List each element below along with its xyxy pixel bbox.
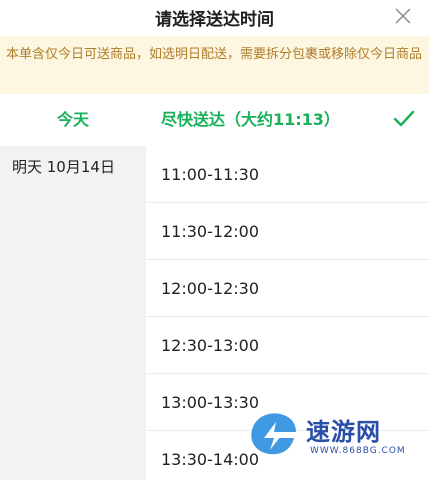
time-slot-label: 尽快送达（大约11:13） <box>161 110 340 129</box>
day-list: 今天 明天 10月14日 <box>0 94 146 480</box>
time-slot-label: 13:00-13:30 <box>161 393 259 412</box>
day-item-today[interactable]: 今天 <box>0 94 146 146</box>
time-slot-label: 11:00-11:30 <box>161 165 259 184</box>
notice-banner: 本单含仅今日可送商品，如选明日配送，需要拆分包裹或移除仅今日商品 <box>0 36 429 94</box>
time-slot-list: 尽快送达（大约11:13） 11:00-11:30 11:30-12:00 12… <box>146 94 429 480</box>
time-slot-1130[interactable]: 11:30-12:00 <box>146 203 429 260</box>
day-item-tomorrow[interactable]: 明天 10月14日 <box>0 156 146 177</box>
time-slot-label: 12:30-13:00 <box>161 336 259 355</box>
time-slot-1230[interactable]: 12:30-13:00 <box>146 317 429 374</box>
time-slot-label: 12:00-12:30 <box>161 279 259 298</box>
dialog-header: 请选择送达时间 <box>0 0 429 36</box>
time-slot-1100[interactable]: 11:00-11:30 <box>146 146 429 203</box>
dialog-title: 请选择送达时间 <box>155 10 274 30</box>
time-slot-1330[interactable]: 13:30-14:00 <box>146 431 429 480</box>
check-icon <box>393 110 415 127</box>
time-slot-1200[interactable]: 12:00-12:30 <box>146 260 429 317</box>
time-slot-label: 11:30-12:00 <box>161 222 259 241</box>
time-slot-asap[interactable]: 尽快送达（大约11:13） <box>146 94 429 146</box>
time-slot-label: 13:30-14:00 <box>161 450 259 469</box>
close-icon[interactable] <box>393 6 413 26</box>
time-slot-1300[interactable]: 13:00-13:30 <box>146 374 429 431</box>
